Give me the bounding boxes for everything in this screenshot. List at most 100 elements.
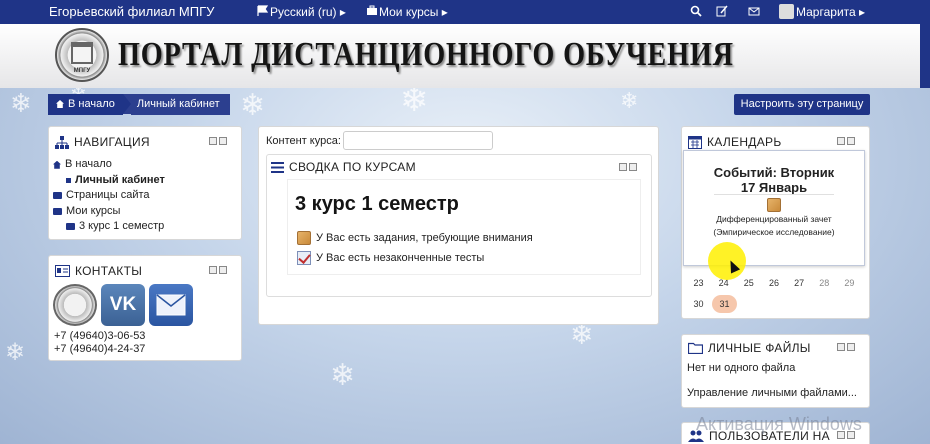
contacts-links: VK <box>53 284 193 326</box>
private-files-block: ЛИЧНЫЕ ФАЙЛЫ Нет ни одного файла Управле… <box>681 334 870 408</box>
block-controls[interactable] <box>619 163 637 171</box>
folder-icon <box>53 192 62 200</box>
site-brand-link[interactable]: Егорьевский филиал МПГУ <box>49 4 214 19</box>
snowflake-decoration: ❄ <box>400 88 429 119</box>
private-files-header: ЛИЧНЫЕ ФАЙЛЫ <box>688 341 811 355</box>
user-menu[interactable]: Маргарита ▸ <box>796 5 865 19</box>
dock-icon[interactable] <box>219 266 227 274</box>
snowflake-decoration: ❄ <box>240 89 266 122</box>
snowflake-decoration: ❄ <box>330 359 356 392</box>
minimize-icon[interactable] <box>837 343 845 351</box>
calendar-icon <box>688 136 702 149</box>
nav-item-label: В начало <box>65 158 112 170</box>
windows-activation-watermark: Активация Windows <box>696 414 862 434</box>
quiz-notice-text: У Вас есть незаконченные тесты <box>316 252 485 264</box>
bullet-icon <box>66 177 71 183</box>
main-content-region: Контент курса: СВОДКА ПО КУРСАМ 3 курс 1… <box>258 126 659 325</box>
breadcrumb-home-label: В начало <box>68 98 115 110</box>
mail-icon[interactable] <box>748 5 760 17</box>
today-highlight: 31 <box>712 294 737 313</box>
manage-files-link[interactable]: Управление личными файлами... <box>687 387 857 399</box>
calendar-block-header: КАЛЕНДАРЬ <box>688 135 782 149</box>
calendar-day-weekend[interactable]: 28 <box>812 278 837 288</box>
nav-item-label: Мои курсы <box>66 204 121 217</box>
language-menu[interactable]: Русский (ru) ▸ <box>270 5 346 19</box>
event-subtitle: (Эмпирическое исследование) <box>713 227 835 237</box>
minimize-icon[interactable] <box>837 137 845 145</box>
nav-item-dashboard[interactable]: Личный кабинет <box>53 173 165 189</box>
edit-icon[interactable] <box>716 5 728 17</box>
vk-label: VK <box>109 294 137 315</box>
folder-icon <box>688 342 703 354</box>
nav-item-course[interactable]: 3 курс 1 семестр <box>53 219 165 235</box>
minimize-icon[interactable] <box>209 137 217 145</box>
nav-item-label: Страницы сайта <box>66 189 150 201</box>
navigation-block: НАВИГАЦИЯ В начало Личный кабинет Страни… <box>48 126 242 240</box>
contacts-block-header: КОНТАКТЫ <box>55 264 142 278</box>
event-link[interactable]: Дифференцированный зачет (Эмпирическое и… <box>684 213 864 239</box>
calendar-day-weekend[interactable]: 29 <box>837 278 862 288</box>
assignment-notice[interactable]: У Вас есть задания, требующие внимания <box>297 231 533 245</box>
vk-icon[interactable]: VK <box>101 284 145 326</box>
top-navbar: Егорьевский филиал МПГУ Русский (ru) ▸ М… <box>0 0 930 24</box>
flag-icon <box>257 5 269 17</box>
calendar-day[interactable]: 26 <box>761 278 786 288</box>
calendar-day[interactable]: 30 <box>686 299 711 309</box>
snowflake-decoration: ❄ <box>5 339 26 366</box>
nav-item-home[interactable]: В начало <box>53 157 165 173</box>
calendar-day[interactable]: 27 <box>787 278 812 288</box>
breadcrumb-home[interactable]: В начало <box>48 94 123 115</box>
navigation-list: В начало Личный кабинет Страницы сайта М… <box>53 157 165 235</box>
quiz-check-icon <box>297 251 311 265</box>
email-icon[interactable] <box>149 284 193 326</box>
popup-heading-line-2: 17 Январь <box>740 180 808 195</box>
dock-icon[interactable] <box>629 163 637 171</box>
calendar-day[interactable]: 23 <box>686 278 711 288</box>
block-controls[interactable] <box>209 137 227 145</box>
navigation-title: НАВИГАЦИЯ <box>74 135 150 149</box>
search-icon[interactable] <box>690 5 702 17</box>
university-logo-link[interactable] <box>53 284 97 326</box>
minimize-icon[interactable] <box>619 163 627 171</box>
course-content-select[interactable] <box>342 131 493 150</box>
logo-text: МПГУ <box>73 68 91 74</box>
avatar[interactable] <box>779 4 794 19</box>
my-courses-menu[interactable]: Мои курсы ▸ <box>379 5 448 19</box>
popup-heading: Событий: Вторник 17 Январь <box>684 165 864 195</box>
no-files-text: Нет ни одного файла <box>687 362 796 374</box>
course-title-link[interactable]: 3 курс 1 семестр <box>295 193 459 216</box>
briefcase-icon <box>366 5 378 17</box>
calendar-day[interactable]: 25 <box>736 278 761 288</box>
nav-item-my-courses[interactable]: Мои курсы <box>53 204 165 220</box>
popup-divider <box>714 194 834 195</box>
navigation-block-header: НАВИГАЦИЯ <box>55 135 150 149</box>
assignment-icon <box>297 231 311 245</box>
list-icon <box>271 161 284 173</box>
dock-icon[interactable] <box>219 137 227 145</box>
calendar-day-today[interactable]: 31 <box>712 294 737 313</box>
event-icon <box>767 198 781 212</box>
sitemap-icon <box>55 135 69 149</box>
customize-page-button[interactable]: Настроить эту страницу <box>734 94 870 115</box>
phone-2: +7 (49640)4-24-37 <box>54 343 146 355</box>
block-controls[interactable] <box>837 343 855 351</box>
block-controls[interactable] <box>837 137 855 145</box>
dock-icon[interactable] <box>847 343 855 351</box>
contact-phones: +7 (49640)3-06-53 +7 (49640)4-24-37 <box>54 330 145 356</box>
logo-building <box>71 42 93 64</box>
quiz-notice[interactable]: У Вас есть незаконченные тесты <box>297 251 484 265</box>
minimize-icon[interactable] <box>209 266 217 274</box>
contacts-card-icon <box>55 265 70 277</box>
block-controls[interactable] <box>209 266 227 274</box>
contacts-title: КОНТАКТЫ <box>75 264 143 278</box>
nav-item-site-pages[interactable]: Страницы сайта <box>53 188 165 204</box>
folder-open-icon <box>53 207 62 215</box>
calendar-event-popup: Событий: Вторник 17 Январь Дифференциров… <box>683 150 865 266</box>
calendar-grid: 23 24 25 26 27 28 29 30 31 <box>686 272 862 314</box>
dock-icon[interactable] <box>847 137 855 145</box>
portal-title: ПОРТАЛ ДИСТАНЦИОННОГО ОБУЧЕНИЯ <box>118 36 734 73</box>
assignment-notice-text: У Вас есть задания, требующие внимания <box>316 232 533 244</box>
calendar-week-row: 23 24 25 26 27 28 29 <box>686 272 862 293</box>
breadcrumb-current[interactable]: Личный кабинет <box>130 94 230 115</box>
nav-item-label: Личный кабинет <box>75 173 165 186</box>
